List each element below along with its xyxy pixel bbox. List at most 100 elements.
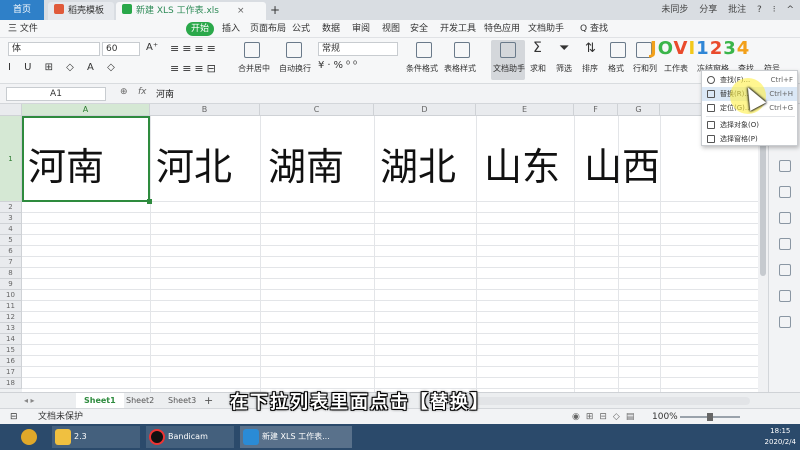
row-header[interactable]: 8 [0, 268, 22, 279]
excel-taskbar-button[interactable]: 新建 XLS 工作表... [240, 426, 352, 448]
number-format-select[interactable]: 常规 [318, 42, 398, 56]
merge-center-icon[interactable] [244, 42, 260, 58]
row-header[interactable]: 7 [0, 257, 22, 268]
table-style-icon[interactable] [454, 42, 470, 58]
row-header[interactable]: 13 [0, 323, 22, 334]
chrome-taskbar-button[interactable] [18, 426, 44, 448]
align-icons-row2[interactable]: ≡≡≡⊟ [170, 62, 219, 75]
menu-review[interactable]: 审阅 [352, 20, 370, 38]
row-header[interactable]: 12 [0, 312, 22, 323]
column-header-e[interactable]: E [476, 104, 574, 116]
fx-icon[interactable]: fx [138, 87, 147, 97]
row-header[interactable]: 15 [0, 345, 22, 356]
column-header-f[interactable]: F [574, 104, 618, 116]
bandicam-taskbar-button[interactable]: Bandicam [146, 426, 234, 448]
row-header[interactable]: 11 [0, 301, 22, 312]
system-tray-clock[interactable]: 18:15 2020/2/4 [765, 426, 796, 448]
vertical-scrollbar[interactable] [758, 116, 768, 392]
close-tab-icon[interactable]: × [237, 6, 245, 16]
filter-icon[interactable]: ⏷ [559, 41, 569, 56]
row-header[interactable]: 14 [0, 334, 22, 345]
wrap-text-icon[interactable] [286, 42, 302, 58]
row-header[interactable]: 18 [0, 378, 22, 389]
cell-b1[interactable]: 河北 [156, 136, 232, 191]
column-header-c[interactable]: C [260, 104, 374, 116]
row-header[interactable]: 4 [0, 224, 22, 235]
file-menu[interactable]: 三 文件 [8, 20, 38, 38]
sum-icon[interactable]: Σ [533, 40, 542, 56]
number-format-icons[interactable]: ¥·%⁰⁰ [318, 60, 360, 71]
format-label[interactable]: 格式 [608, 63, 624, 74]
add-sheet-button[interactable]: + [196, 393, 221, 408]
menu-data[interactable]: 数据 [322, 20, 340, 38]
new-tab-button[interactable]: + [270, 0, 280, 20]
cell-f1[interactable]: 山西 [584, 136, 660, 191]
comment-button[interactable]: 批注 [728, 5, 746, 15]
row-header[interactable]: 3 [0, 213, 22, 224]
zoom-slider-knob[interactable] [707, 413, 713, 421]
font-size-select[interactable]: 60 [102, 42, 140, 56]
view-mode-icons[interactable]: ◉⊞⊟◇▤ [572, 409, 640, 425]
align-icons[interactable]: ≡≡≡≡ [170, 42, 219, 55]
worksheet-label[interactable]: 工作表 [664, 63, 688, 74]
protect-status[interactable]: 文档未保护 [38, 409, 83, 425]
row-header[interactable]: 5 [0, 235, 22, 246]
zoom-icon[interactable]: ⊕ [120, 87, 128, 97]
menu-insert[interactable]: 插入 [222, 20, 240, 38]
column-header-b[interactable]: B [150, 104, 260, 116]
help-button[interactable]: ? [757, 5, 762, 15]
search-command[interactable]: Q 查找 [580, 20, 608, 38]
row-header[interactable]: 16 [0, 356, 22, 367]
sync-status[interactable]: 未同步 [661, 5, 688, 15]
side-tool-icon-6[interactable] [779, 264, 791, 276]
tab-home[interactable]: 首页 [0, 0, 44, 20]
menu-security[interactable]: 安全 [410, 20, 428, 38]
side-tool-icon-7[interactable] [779, 290, 791, 302]
column-header-a[interactable]: A [22, 104, 150, 116]
row-header[interactable]: 1 [0, 116, 22, 202]
row-header[interactable]: 9 [0, 279, 22, 290]
format-icon[interactable] [610, 42, 626, 58]
tab-spreadsheet[interactable]: 新建 XLS 工作表.xls × [116, 2, 266, 20]
menu-item-select-object[interactable]: 选择对象(O) [702, 118, 797, 132]
cell-e1[interactable]: 山东 [484, 136, 560, 191]
folder-taskbar-button[interactable]: 2.3 [52, 426, 140, 448]
collapse-ribbon-button[interactable]: ^ [786, 5, 794, 15]
menu-doc-helper[interactable]: 文档助手 [528, 20, 564, 38]
row-header[interactable]: 6 [0, 246, 22, 257]
table-style-label[interactable]: 表格样式 [444, 63, 476, 74]
sheet-nav-icons[interactable]: ◂ ▸ [16, 393, 43, 408]
wrap-text-label[interactable]: 自动换行 [279, 63, 311, 74]
tab-dake-templates[interactable]: 稻壳模板 [48, 2, 114, 20]
font-name-select[interactable]: 体 [8, 42, 100, 56]
select-all-corner[interactable] [0, 104, 22, 116]
sort-icon[interactable]: ⇅ [585, 41, 596, 56]
scroll-thumb[interactable] [760, 136, 766, 276]
menu-page-layout[interactable]: 页面布局 [250, 20, 286, 38]
sheet-tab-1[interactable]: Sheet1 [76, 393, 124, 408]
menu-view[interactable]: 视图 [382, 20, 400, 38]
cell-d1[interactable]: 湖北 [380, 136, 456, 191]
worksheet-grid[interactable]: 河南 河北 湖南 湖北 山东 山西 [22, 116, 768, 392]
menu-item-select-pane[interactable]: 选择窗格(P) [702, 132, 797, 146]
side-tool-icon-2[interactable] [779, 160, 791, 172]
sum-label[interactable]: 求和 [530, 63, 546, 74]
menu-features[interactable]: 特色应用 [484, 20, 520, 38]
name-box[interactable]: A1 [6, 87, 106, 101]
filter-label[interactable]: 筛选 [556, 63, 572, 74]
row-col-label[interactable]: 行和列 [633, 63, 657, 74]
font-style-icons[interactable]: I U ⊞ ◇ A ◇ [8, 62, 120, 73]
sort-label[interactable]: 排序 [582, 63, 598, 74]
doc-helper-label[interactable]: 文档助手 [493, 63, 525, 74]
more-button[interactable]: ⁝ [773, 5, 776, 15]
share-button[interactable]: 分享 [699, 5, 717, 15]
cell-c1[interactable]: 湖南 [268, 136, 344, 191]
column-header-d[interactable]: D [374, 104, 476, 116]
font-grow-icon[interactable]: A⁺ [146, 42, 158, 53]
formula-input[interactable]: 河南 [156, 87, 174, 100]
menu-start[interactable]: 开始 [186, 22, 214, 36]
conditional-format-icon[interactable] [416, 42, 432, 58]
merge-center-label[interactable]: 合并居中 [238, 63, 270, 74]
side-tool-icon-4[interactable] [779, 212, 791, 224]
menu-developer[interactable]: 开发工具 [440, 20, 476, 38]
